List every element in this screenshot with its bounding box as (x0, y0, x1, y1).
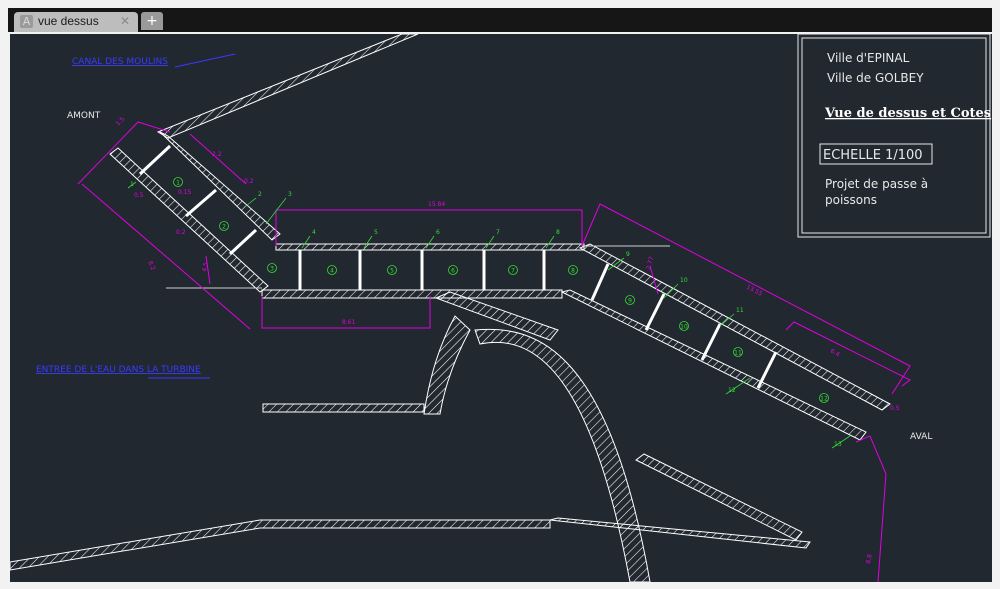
dimension-line-top (275, 209, 583, 246)
dimension-text-1: 1.5 (114, 116, 126, 128)
dimension-text-6: 0.2 (176, 229, 186, 236)
basin-label-3: 3 (267, 263, 277, 273)
dimension-text-10: 2.77 (645, 256, 655, 271)
callout-2: 2 (245, 191, 262, 207)
svg-text:5: 5 (374, 229, 378, 236)
basin-label-6: 6 (448, 265, 458, 275)
title-city-golbey: Ville de GOLBEY (827, 71, 924, 85)
dimension-text-3: 0.2 (244, 178, 254, 185)
svg-text:6: 6 (451, 268, 455, 275)
lower-straight-wall (262, 403, 425, 413)
cross-wall-11 (700, 323, 722, 361)
cross-wall-3 (228, 228, 258, 256)
dimension-line-3 (189, 133, 247, 185)
basin-label-9: 9 (625, 295, 635, 305)
outlet-wall-outer (474, 328, 651, 582)
upper-diagonal-wall (578, 243, 891, 411)
basin-label-8: 8 (568, 265, 578, 275)
svg-text:12: 12 (728, 387, 736, 394)
project-title-line1: Projet de passe à (825, 177, 928, 191)
amont-label: AMONT (67, 111, 101, 121)
callout-13: 13 (831, 435, 851, 449)
aval-label: AVAL (910, 432, 932, 442)
svg-text:9: 9 (628, 298, 632, 305)
basin-label-2: 2 (219, 221, 229, 231)
svg-text:11: 11 (734, 350, 742, 357)
dimension-text-8: 8.2 (146, 260, 156, 272)
bottom-river-wall (10, 519, 551, 571)
blue-labels: CANAL DES MOULINS ENTREE DE L'EAU DANS L… (36, 53, 236, 379)
view-title: Vue de dessus et Cotes (824, 106, 991, 121)
svg-text:3: 3 (270, 266, 274, 273)
project-title-line2: poissons (825, 193, 877, 207)
callout-1: 1 (127, 181, 137, 189)
svg-text:10: 10 (680, 324, 688, 331)
upper-canal-wall (156, 34, 419, 139)
dimension-text-4: 0.15 (178, 189, 192, 196)
canal-leader (174, 53, 236, 68)
bottom-straight-wall (261, 289, 563, 299)
svg-text:12: 12 (820, 396, 828, 403)
cross-wall-12 (756, 351, 778, 389)
dimension-text-15: 8.8 (865, 554, 874, 565)
svg-text:2: 2 (222, 224, 226, 231)
aval-separator-wall (635, 453, 803, 541)
tab-vue-dessus[interactable]: A vue dessus ✕ (14, 12, 138, 32)
basin-label-5: 5 (387, 265, 397, 275)
cross-wall-9 (590, 263, 610, 301)
dimension-text-9: 15.84 (428, 201, 445, 208)
application-window: A vue dessus ✕ + Ville d'EPINAL Ville de… (0, 0, 1000, 589)
cross-wall-1 (138, 144, 172, 176)
svg-text:1: 1 (176, 180, 180, 187)
callout-3: 3 (265, 191, 292, 225)
dimension-text-12: 6.4 (829, 348, 841, 359)
svg-text:10: 10 (680, 277, 688, 284)
basin-label-12: 12 (819, 393, 829, 403)
dimension-text-13: 8.61 (342, 319, 356, 326)
svg-text:7: 7 (496, 229, 500, 236)
cross-wall-10 (644, 293, 666, 331)
svg-text:8: 8 (556, 229, 560, 236)
svg-text:8: 8 (571, 268, 575, 275)
svg-text:1: 1 (130, 181, 134, 188)
basin-label-10: 10 (679, 321, 689, 331)
title-city-epinal: Ville d'EPINAL (827, 51, 910, 65)
structure-walls (10, 34, 891, 582)
dimension-text-5: 0.5 (134, 192, 144, 199)
svg-text:13: 13 (834, 441, 842, 448)
cad-drawing: Ville d'EPINAL Ville de GOLBEY Vue de de… (10, 34, 991, 582)
svg-text:4: 4 (312, 229, 316, 236)
basin-label-1: 1 (173, 177, 183, 187)
svg-text:5: 5 (390, 268, 394, 275)
tab-title: vue dessus (38, 14, 99, 28)
close-icon[interactable]: ✕ (120, 14, 130, 28)
callout-12: 12 (725, 377, 751, 395)
turbine-label: ENTREE DE L'EAU DANS LA TURBINE (36, 365, 201, 375)
autocad-logo-icon: A (20, 15, 33, 28)
svg-text:4: 4 (330, 268, 334, 275)
svg-text:2: 2 (258, 191, 262, 198)
dimension-text-11: 13.55 (745, 284, 764, 298)
basin-label-7: 7 (508, 265, 518, 275)
svg-text:11: 11 (736, 307, 744, 314)
top-straight-wall (275, 243, 585, 251)
basin-label-11: 11 (733, 347, 743, 357)
left-channel-wall (109, 147, 269, 293)
outlet-wall-curve (423, 315, 471, 415)
tab-bar: A vue dessus ✕ + (8, 8, 992, 32)
svg-text:3: 3 (288, 191, 292, 198)
svg-text:7: 7 (511, 268, 515, 275)
svg-text:9: 9 (626, 251, 630, 258)
svg-text:6: 6 (436, 229, 440, 236)
canal-label: CANAL DES MOULINS (72, 57, 168, 67)
scale-label: ECHELLE 1/100 (823, 148, 923, 163)
dimension-text-2: 2.2 (212, 151, 222, 158)
dimension-text-14: 0.5 (890, 405, 900, 412)
title-block: Ville d'EPINAL Ville de GOLBEY Vue de de… (797, 34, 991, 238)
basin-label-4: 4 (327, 265, 337, 275)
dimension-line-6-4 (785, 321, 911, 387)
drawing-canvas[interactable]: Ville d'EPINAL Ville de GOLBEY Vue de de… (10, 34, 992, 582)
new-tab-button[interactable]: + (141, 12, 163, 30)
